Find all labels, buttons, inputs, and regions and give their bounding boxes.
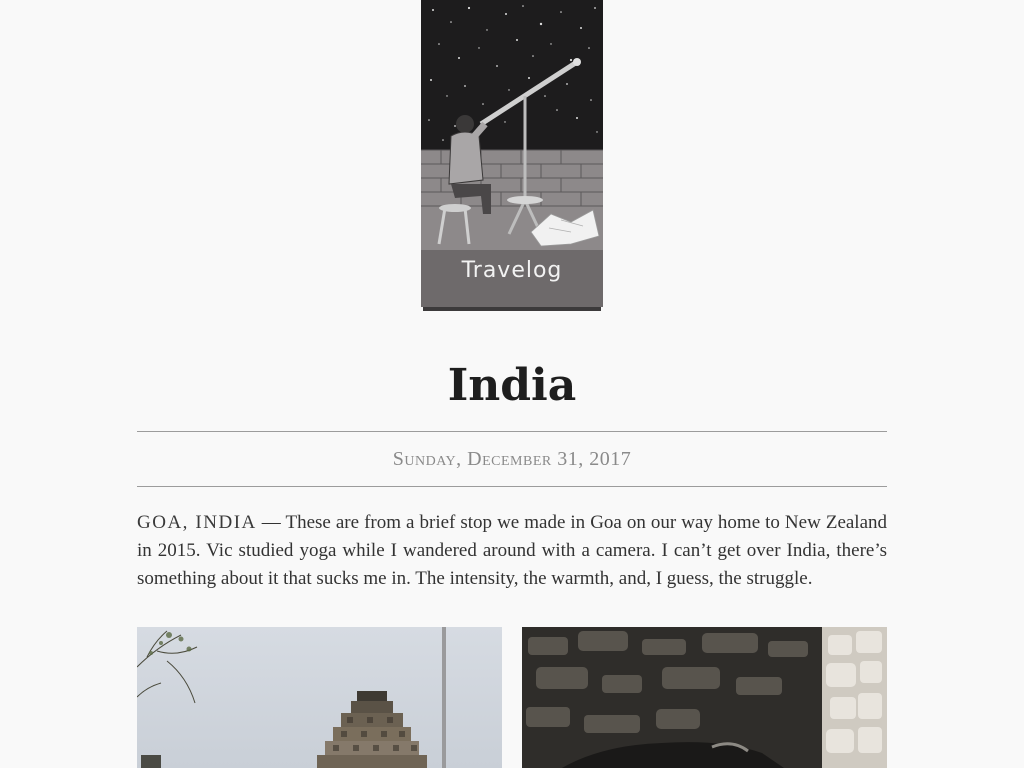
logo-card: Travelog [421,0,603,307]
dateline-separator: — [261,512,281,533]
logo-underline [423,307,601,311]
cow-photo-icon [522,627,887,768]
post-date: Sunday, December 31, 2017 [392,448,632,470]
stargazer-illustration-icon [421,0,603,250]
site-title: Travelog [461,258,563,283]
site-logo-link[interactable]: Travelog [421,0,603,311]
divider-bottom [137,486,887,487]
photo-temple[interactable] [137,627,502,768]
photo-cow[interactable] [522,627,887,768]
divider-top [137,431,887,432]
post-body: GOA, INDIA — These are from a brief stop… [137,509,887,593]
post-dateline: GOA, INDIA [137,512,257,533]
post-title: India [447,360,577,411]
temple-photo-icon [137,627,502,768]
